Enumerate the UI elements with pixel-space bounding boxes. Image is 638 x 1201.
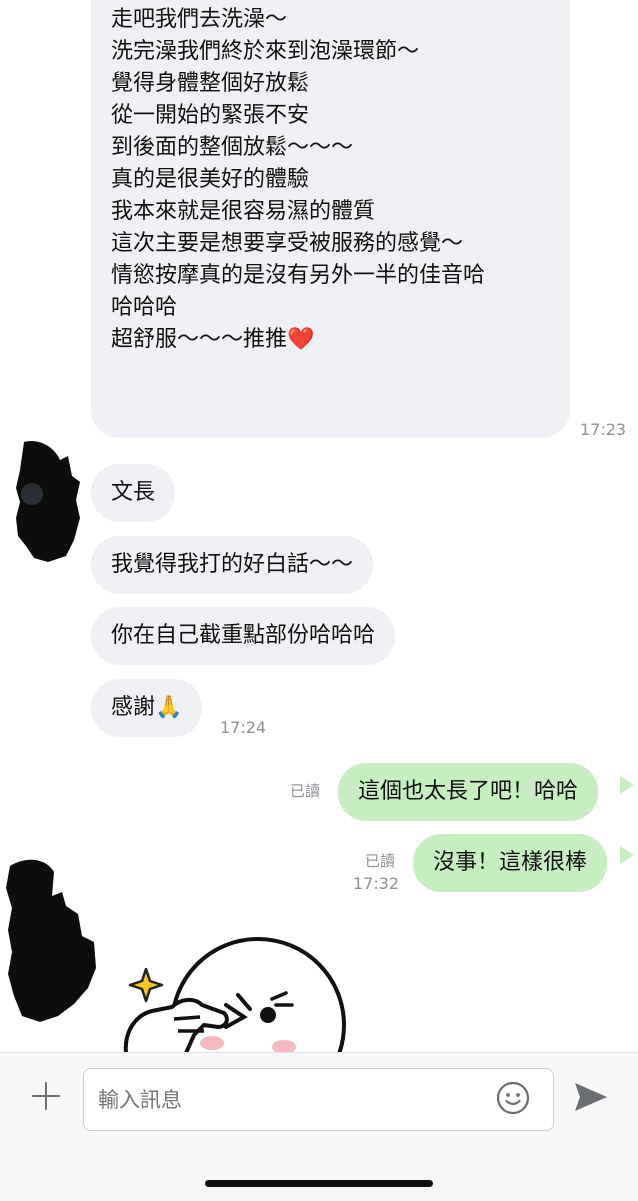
message-input[interactable]: [83, 1068, 554, 1131]
send-arrow-icon[interactable]: [571, 1079, 611, 1115]
read-receipt: 已讀: [290, 782, 321, 800]
smiley-icon[interactable]: [495, 1080, 531, 1116]
message-bubble-outgoing[interactable]: 沒事！這樣很棒: [413, 834, 608, 892]
read-receipt: 已讀: [365, 852, 396, 870]
message-bubble-outgoing[interactable]: 這個也太長了吧！哈哈: [338, 763, 599, 821]
moon-sticker-icon[interactable]: [120, 935, 350, 1052]
message-time: 17:32: [353, 874, 400, 893]
chat-area[interactable]: 走吧我們去洗澡～ 洗完澡我們終於來到泡澡環節～ 覺得身體整個好放鬆 從一開始的緊…: [0, 0, 638, 1052]
plus-icon[interactable]: [26, 1076, 66, 1116]
message-bubble[interactable]: 你在自己截重點部份哈哈哈: [91, 607, 396, 665]
avatar-redacted[interactable]: [10, 438, 80, 564]
message-bubble[interactable]: 文長: [91, 464, 176, 522]
bubble-tail: [620, 846, 634, 864]
bubble-tail: [620, 776, 634, 794]
message-time: 17:23: [580, 420, 627, 439]
avatar-redacted[interactable]: [4, 856, 96, 1026]
message-bubble-long[interactable]: 走吧我們去洗澡～ 洗完澡我們終於來到泡澡環節～ 覺得身體整個好放鬆 從一開始的緊…: [91, 0, 570, 438]
message-bubble[interactable]: 感謝🙏: [91, 679, 203, 737]
message-time: 17:24: [220, 718, 267, 737]
message-bubble[interactable]: 我覺得我打的好白話～～: [91, 536, 374, 594]
home-indicator: [205, 1180, 433, 1187]
